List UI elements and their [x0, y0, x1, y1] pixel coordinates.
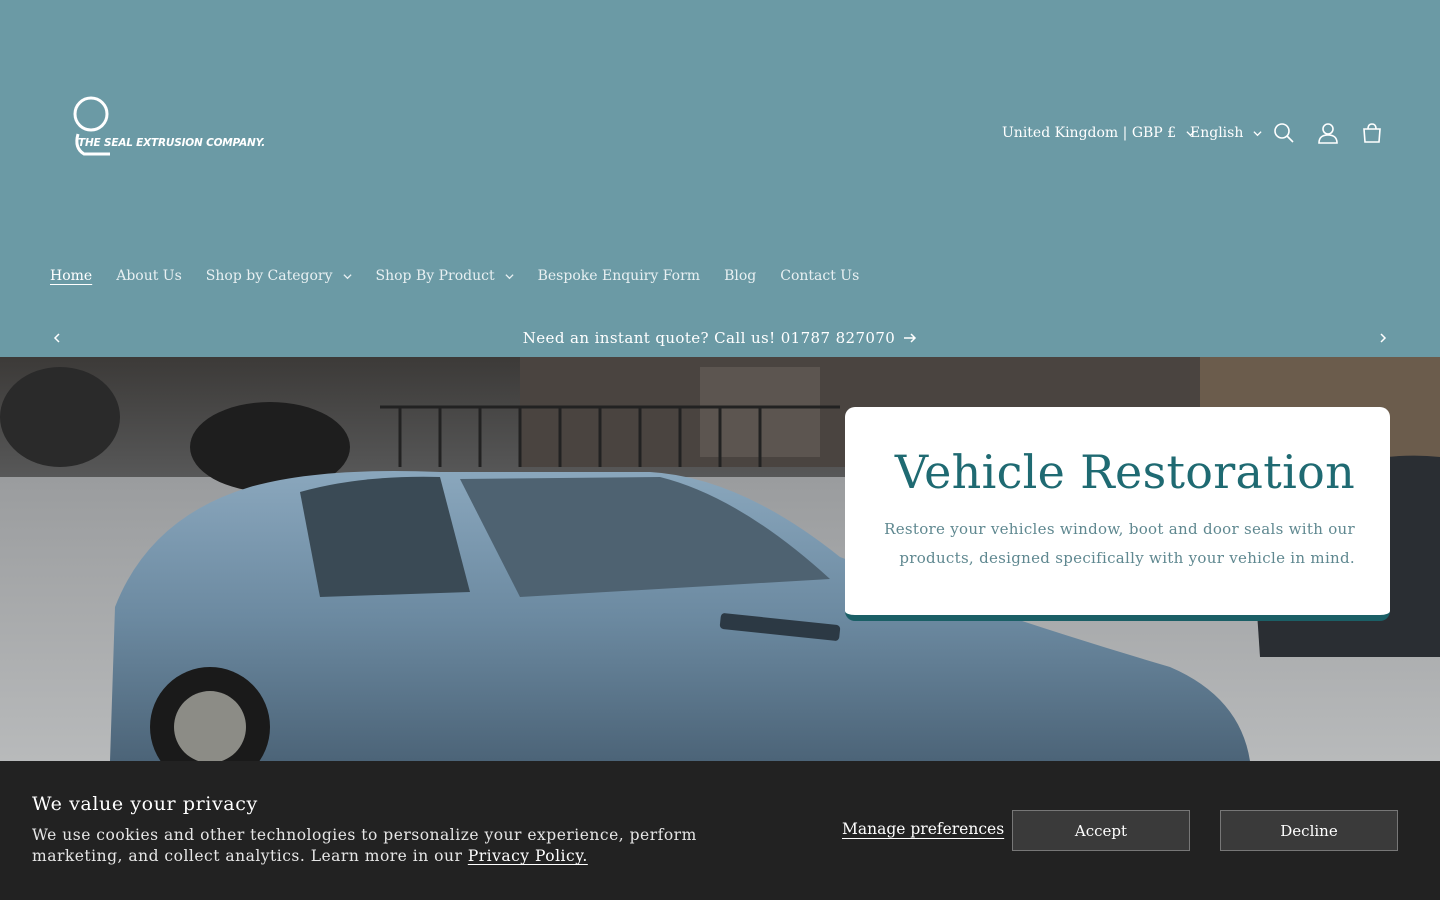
search-icon [1274, 123, 1294, 143]
cart-button[interactable] [1353, 114, 1391, 152]
privacy-policy-link[interactable]: Privacy Policy. [468, 847, 588, 865]
nav-label: About Us [116, 268, 182, 284]
account-icon [1318, 123, 1338, 144]
nav-item-shop-by-category[interactable]: Shop by Category [206, 268, 352, 284]
brand-logo[interactable]: THE SEAL EXTRUSION COMPANY. [70, 96, 265, 160]
announcement-next-button[interactable] [1372, 327, 1394, 349]
nav-item-shop-by-product[interactable]: Shop By Product [376, 268, 514, 284]
chevron-down-icon [1253, 130, 1262, 136]
nav-item-blog[interactable]: Blog [724, 268, 756, 284]
hero-banner: Vehicle Restoration Restore your vehicle… [0, 357, 1440, 761]
nav-label: Bespoke Enquiry Form [537, 268, 701, 284]
nav-item-bespoke-enquiry[interactable]: Bespoke Enquiry Form [538, 268, 700, 284]
language-label: English [1190, 125, 1244, 141]
cookie-banner: We value your privacy We use cookies and… [0, 761, 1440, 900]
account-button[interactable] [1309, 114, 1347, 152]
nav-item-home[interactable]: Home [50, 268, 92, 284]
chevron-down-icon [505, 273, 514, 279]
chevron-down-icon [342, 273, 352, 279]
cookie-text: We use cookies and other technologies to… [32, 825, 792, 867]
manage-preferences-link[interactable]: Manage preferences [842, 820, 1004, 838]
arrow-right-icon [904, 332, 917, 343]
country-label: United Kingdom | GBP £ [1002, 125, 1177, 141]
hero-title: Vehicle Restoration [894, 445, 1355, 499]
country-selector[interactable]: United Kingdom | GBP £ [1002, 114, 1195, 152]
hero-description: Restore your vehicles window, boot and d… [884, 520, 1355, 567]
decline-button[interactable]: Decline [1220, 810, 1398, 851]
cookie-body: We use cookies and other technologies to… [32, 826, 697, 865]
hero-card: Vehicle Restoration Restore your vehicle… [845, 407, 1390, 621]
nav-label: Shop By Product [375, 268, 495, 284]
site-header: THE SEAL EXTRUSION COMPANY. United Kingd… [0, 0, 1440, 318]
nav-label: Home [50, 268, 93, 284]
cart-icon [1363, 123, 1381, 143]
chevron-right-icon [1380, 333, 1387, 343]
nav-item-contact-us[interactable]: Contact Us [780, 268, 859, 284]
search-button[interactable] [1265, 114, 1303, 152]
accept-button[interactable]: Accept [1012, 810, 1190, 851]
language-selector[interactable]: English [1190, 114, 1262, 152]
cookie-title: We value your privacy [32, 793, 258, 815]
main-nav: Home About Us Shop by Category Shop By P… [50, 262, 883, 290]
nav-label: Contact Us [780, 268, 860, 284]
announcement-prev-button[interactable] [46, 327, 68, 349]
logo-mark-icon [73, 96, 110, 156]
chevron-left-icon [53, 333, 60, 343]
nav-item-about-us[interactable]: About Us [116, 268, 182, 284]
nav-label: Shop by Category [205, 268, 333, 284]
logo-wordmark: THE SEAL EXTRUSION COMPANY. [78, 137, 266, 149]
announcement-bar: Need an instant quote? Call us! 01787 82… [0, 318, 1440, 357]
announcement-text: Need an instant quote? Call us! 01787 82… [522, 328, 896, 347]
nav-label: Blog [724, 268, 757, 284]
announcement-link[interactable]: Need an instant quote? Call us! 01787 82… [523, 329, 918, 347]
